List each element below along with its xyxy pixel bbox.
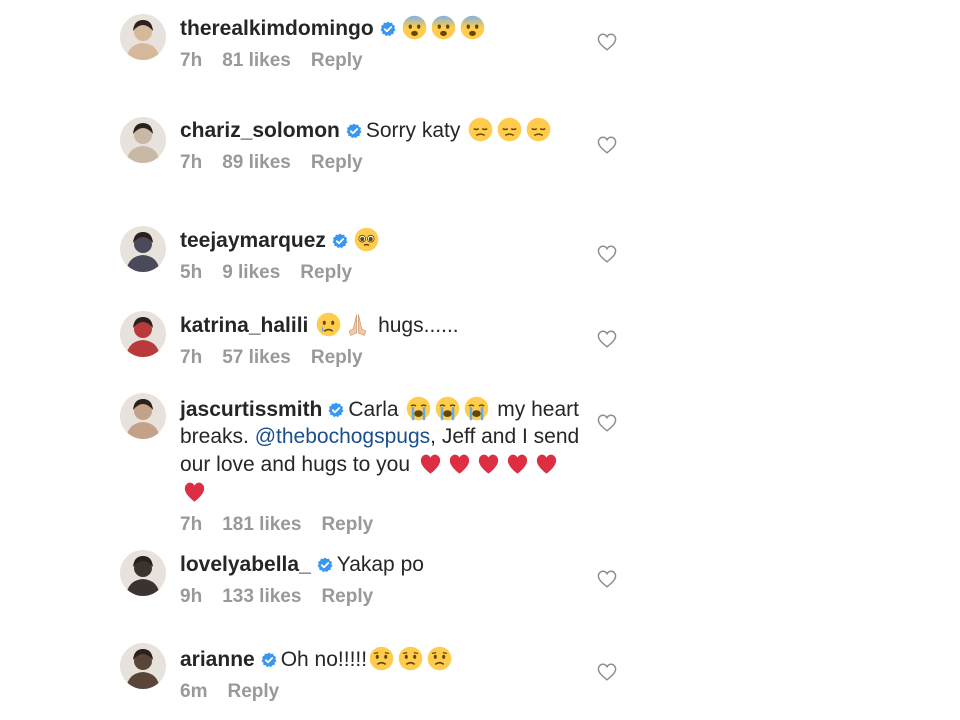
username-link[interactable]: lovelyabella_	[180, 553, 311, 576]
verified-badge-icon	[380, 21, 396, 37]
like-heart-icon[interactable]	[597, 414, 617, 432]
timestamp: 7h	[180, 514, 203, 535]
like-heart-icon[interactable]	[597, 136, 617, 154]
comment-body: lovelyabella_ Yakap po 9h 133 likes Reply	[180, 551, 580, 610]
pensive-face-icon	[525, 116, 552, 143]
pensive-face-icon	[496, 116, 523, 143]
loudly-crying-face-icon	[463, 395, 490, 422]
comment-text: lovelyabella_ Yakap po	[180, 551, 580, 578]
sad-face-icon	[397, 645, 424, 672]
red-heart-icon	[504, 450, 531, 477]
comment-meta: 7h 181 likes Reply	[180, 512, 580, 538]
comment-text: katrina_halili hugs......	[180, 311, 580, 339]
comment-body: chariz_solomon Sorry katy 7h 89 likes Reply	[180, 116, 580, 176]
like-heart-icon[interactable]	[597, 245, 617, 263]
likes-count[interactable]: 181 likes	[222, 514, 301, 535]
avatar[interactable]	[120, 393, 166, 439]
comment-meta: 7h 57 likes Reply	[180, 345, 580, 371]
pensive-face-icon	[467, 116, 494, 143]
likes-count[interactable]: 133 likes	[222, 586, 301, 607]
red-heart-icon	[533, 450, 560, 477]
comment-body: katrina_halili hugs...... 7h 57 likes Reply	[180, 311, 580, 371]
comment-text: teejaymarquez	[180, 226, 580, 254]
likes-count[interactable]: 9 likes	[222, 262, 280, 283]
fearful-face-icon	[459, 14, 486, 41]
comments-list: therealkimdomingo 7h 81 likes Reply chariz_s…	[0, 0, 960, 720]
comment-text: jascurtissmith Carla my heart breaks. @th…	[180, 395, 580, 506]
comment-body: jascurtissmith Carla my heart breaks. @th…	[180, 395, 580, 538]
like-heart-icon[interactable]	[597, 663, 617, 681]
timestamp: 7h	[180, 152, 203, 173]
reply-button[interactable]: Reply	[311, 347, 363, 368]
loudly-crying-face-icon	[405, 395, 432, 422]
username-link[interactable]: katrina_halili	[180, 314, 308, 337]
comment-meta: 7h 81 likes Reply	[180, 48, 580, 74]
reply-button[interactable]: Reply	[311, 50, 363, 71]
avatar[interactable]	[120, 226, 166, 272]
avatar[interactable]	[120, 550, 166, 596]
red-heart-icon	[181, 478, 208, 505]
timestamp: 5h	[180, 262, 203, 283]
avatar[interactable]	[120, 643, 166, 689]
comment-text: arianne Oh no!!!!!	[180, 645, 580, 673]
verified-badge-icon	[328, 402, 344, 418]
comment-body: arianne Oh no!!!!! 6m Reply	[180, 645, 580, 705]
username-link[interactable]: arianne	[180, 648, 255, 671]
red-heart-icon	[475, 450, 502, 477]
avatar[interactable]	[120, 311, 166, 357]
username-link[interactable]: teejaymarquez	[180, 229, 326, 252]
timestamp: 7h	[180, 50, 203, 71]
comment-text-segment: Carla	[348, 398, 405, 421]
comment-text-segment: Yakap po	[336, 553, 424, 576]
comment-meta: 5h 9 likes Reply	[180, 260, 580, 286]
fearful-face-icon	[430, 14, 457, 41]
mention-link[interactable]: @thebochogspugs	[255, 425, 430, 448]
comment-text: chariz_solomon Sorry katy	[180, 116, 580, 144]
timestamp: 7h	[180, 347, 203, 368]
fearful-face-icon	[401, 14, 428, 41]
reply-button[interactable]: Reply	[300, 262, 352, 283]
like-heart-icon[interactable]	[597, 330, 617, 348]
reply-button[interactable]: Reply	[227, 681, 279, 702]
avatar[interactable]	[120, 14, 166, 60]
comment-text: therealkimdomingo	[180, 14, 580, 42]
timestamp: 9h	[180, 586, 203, 607]
reply-button[interactable]: Reply	[311, 152, 363, 173]
username-link[interactable]: therealkimdomingo	[180, 17, 374, 40]
like-heart-icon[interactable]	[597, 33, 617, 51]
red-heart-icon	[446, 450, 473, 477]
pleading-face-icon	[353, 226, 380, 253]
verified-badge-icon	[346, 123, 362, 139]
comment-text-segment: hugs......	[372, 314, 459, 337]
loudly-crying-face-icon	[434, 395, 461, 422]
comment-text-segment: Sorry katy	[365, 119, 467, 142]
username-link[interactable]: jascurtissmith	[180, 398, 322, 421]
sad-face-icon	[368, 645, 395, 672]
like-heart-icon[interactable]	[597, 570, 617, 588]
reply-button[interactable]: Reply	[321, 514, 373, 535]
likes-count[interactable]: 57 likes	[222, 347, 291, 368]
folded-hands-icon	[344, 311, 371, 338]
verified-badge-icon	[332, 233, 348, 249]
comment-text-segment: Oh no!!!!!	[280, 648, 368, 671]
comment-body: therealkimdomingo 7h 81 likes Reply	[180, 14, 580, 74]
comment-body: teejaymarquez 5h 9 likes Reply	[180, 226, 580, 286]
likes-count[interactable]: 89 likes	[222, 152, 291, 173]
verified-badge-icon	[317, 557, 333, 573]
red-heart-icon	[417, 450, 444, 477]
comment-meta: 9h 133 likes Reply	[180, 584, 580, 610]
likes-count[interactable]: 81 likes	[222, 50, 291, 71]
username-link[interactable]: chariz_solomon	[180, 119, 340, 142]
sad-face-icon	[426, 645, 453, 672]
crying-face-icon	[315, 311, 342, 338]
timestamp: 6m	[180, 681, 208, 702]
comment-meta: 6m Reply	[180, 679, 580, 705]
avatar[interactable]	[120, 117, 166, 163]
reply-button[interactable]: Reply	[321, 586, 373, 607]
verified-badge-icon	[261, 652, 277, 668]
comment-meta: 7h 89 likes Reply	[180, 150, 580, 176]
